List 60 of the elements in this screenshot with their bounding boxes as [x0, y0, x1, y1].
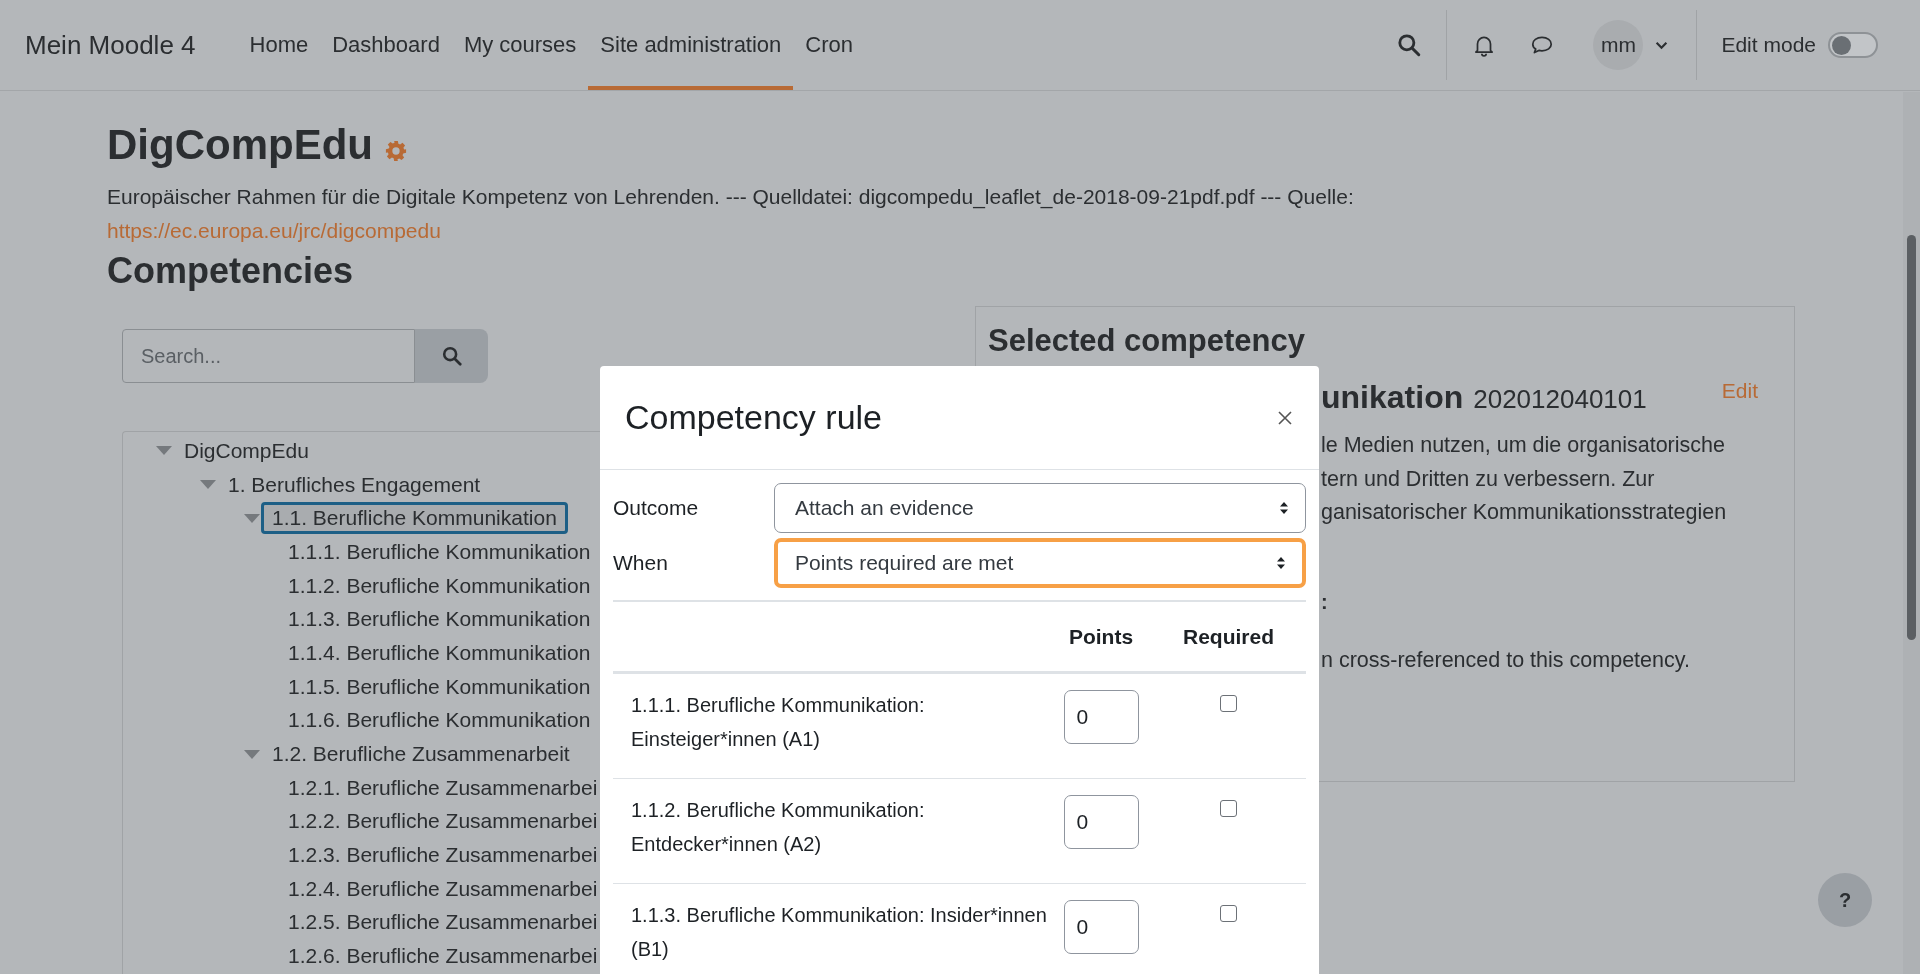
select-field[interactable]: Points required are met — [774, 537, 1306, 588]
field-label: : — [1321, 590, 1329, 616]
caret-icon[interactable] — [1655, 40, 1669, 50]
tree-item[interactable]: 1. Berufliches Engagement — [217, 468, 492, 501]
nav-link[interactable]: Cron — [793, 0, 866, 90]
help-button[interactable]: ? — [1818, 873, 1872, 927]
tree-item[interactable]: DigCompEdu — [173, 434, 320, 467]
tree-item[interactable]: 1.2.1. Berufliche Zusammenarbei — [277, 771, 600, 804]
edit-mode-toggle[interactable] — [1828, 32, 1878, 58]
tree-item[interactable]: 1.2.2. Berufliche Zusammenarbei — [277, 805, 600, 838]
tree-item[interactable]: 1.1.1. Berufliche Kommunikation — [277, 535, 600, 568]
page-title: DigCompEdu — [107, 121, 373, 169]
search-button[interactable] — [415, 329, 488, 383]
select-field[interactable]: Attach an evidence — [774, 482, 1306, 533]
nav-link[interactable]: Home — [237, 0, 321, 90]
nav-link[interactable]: Site administration — [588, 0, 794, 90]
field-label: When — [613, 550, 669, 575]
tree-item[interactable]: 1.1.6. Berufliche Kommunikation — [277, 704, 600, 737]
tree-item[interactable]: 1.2.5. Berufliche Zusammenarbei — [277, 906, 600, 939]
close-icon[interactable] — [1277, 409, 1293, 426]
dialog-title: Competency rule — [625, 398, 882, 437]
search-icon[interactable] — [1396, 32, 1423, 58]
competency-name: 1.1.1. Berufliche Kommunikation: Einsteiger*innen (A1) — [630, 693, 926, 752]
scrollbar-thumb[interactable] — [1907, 235, 1916, 640]
points-field[interactable]: 0 — [1063, 900, 1139, 954]
tree-item[interactable]: 1.1.2. Berufliche Kommunikation — [277, 569, 600, 602]
competency-name: 1.1.2. Berufliche Kommunikation: Entdecker*innen (A2) — [630, 798, 926, 857]
site-name[interactable]: Mein Moodle 4 — [25, 29, 196, 61]
points-field[interactable]: 0 — [1063, 690, 1139, 744]
tree-item[interactable]: 1.1.5. Berufliche Kommunikation — [277, 670, 600, 703]
competency-name: unikation — [1321, 379, 1464, 416]
tree-item[interactable]: 1.1.3. Berufliche Kommunikation — [277, 603, 600, 636]
tree-item[interactable]: 1.1.4. Berufliche Kommunikation — [277, 636, 600, 669]
description-line: le Medien nutzen, um die organisatorische — [1321, 432, 1726, 459]
panel-title: Selected competency — [988, 322, 1307, 360]
section-title: Competencies — [107, 249, 355, 293]
tree-item[interactable]: 1.2.4. Berufliche Zusammenarbei — [277, 872, 600, 905]
description-line: tern und Dritten zu verbessern. Zur — [1321, 465, 1656, 493]
edit-mode-label: Edit mode — [1721, 33, 1816, 57]
cross-reference-note: n cross-referenced to this competency. — [1321, 646, 1691, 674]
user-avatar[interactable]: mm — [1593, 20, 1644, 70]
required-checkbox[interactable] — [1220, 800, 1237, 817]
competency-idnumber: 202012040101 — [1473, 384, 1647, 415]
nav-link[interactable]: Dashboard — [320, 0, 452, 90]
search-field[interactable]: Search... — [122, 329, 415, 383]
points-field[interactable]: 0 — [1063, 795, 1139, 849]
tree-item[interactable]: 1.2. Berufliche Zusammenarbeit — [261, 738, 581, 771]
competency-name: 1.1.3. Berufliche Kommunikation: Insider*innen (B1) — [630, 903, 1048, 962]
required-checkbox[interactable] — [1220, 905, 1237, 922]
tree-item[interactable]: 1.2.3. Berufliche Zusammenarbei — [277, 839, 600, 872]
search-icon — [440, 345, 463, 367]
required-checkbox[interactable] — [1220, 695, 1237, 712]
column-header: Points — [1067, 624, 1135, 649]
framework-description: Europäischer Rahmen für die Digitale Kompetenz von Lehrenden. --- Quelldatei: digcompedu_leaflet_de-2018-09-21pdf.pdf --- Quelle: — [107, 184, 1355, 211]
field-label: Outcome — [613, 495, 700, 520]
tree-item[interactable]: 1.1. Berufliche Kommunikation — [261, 502, 568, 535]
column-header: Required — [1182, 624, 1275, 649]
tree-item[interactable]: 1.2.6. Berufliche Zusammenarbei — [277, 940, 600, 973]
nav-link[interactable]: My courses — [451, 0, 589, 90]
description-line: ganisatorischer Kommunikationsstrategien — [1321, 499, 1728, 527]
